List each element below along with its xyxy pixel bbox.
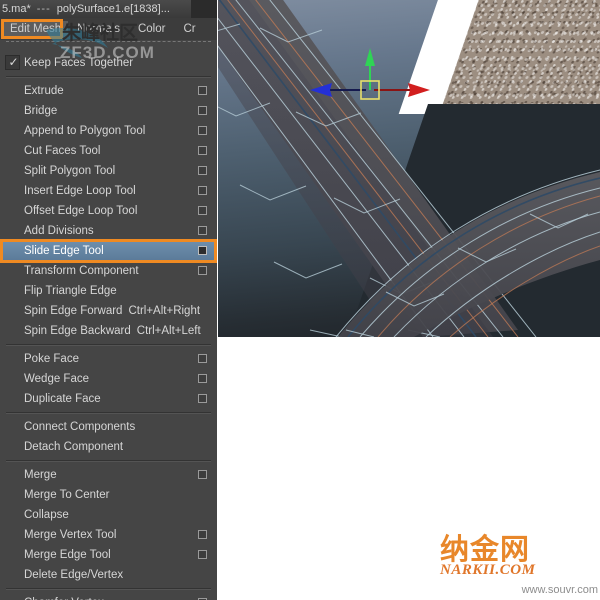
maya-menu-panel: 5.ma* --- polySurface1.e[1838]... Edit M… bbox=[0, 0, 217, 600]
menu-item-label: Bridge bbox=[24, 105, 58, 117]
menu-item-label: Merge Edge Tool bbox=[24, 549, 111, 561]
menu-item-option-box[interactable] bbox=[198, 246, 207, 255]
menu-item-option-box[interactable] bbox=[198, 374, 207, 383]
title-bar-end-cap bbox=[191, 0, 217, 18]
menu-separator bbox=[6, 460, 211, 462]
manip-axis-z-icon bbox=[310, 83, 366, 97]
menu-item-label: Merge Vertex Tool bbox=[24, 529, 117, 541]
menu-item-collapse[interactable]: Collapse bbox=[0, 505, 217, 525]
menu-item-label: Insert Edge Loop Tool bbox=[24, 185, 136, 197]
menu-item-append-to-polygon-tool[interactable]: Append to Polygon Tool bbox=[0, 121, 217, 141]
menu-item-label: Detach Component bbox=[24, 441, 124, 453]
menu-item-label: Merge bbox=[24, 469, 57, 481]
menu-item-label: Spin Edge Forward bbox=[24, 305, 123, 317]
menu-item-label: Wedge Face bbox=[24, 373, 89, 385]
logo-domain-text: NARKII.COM bbox=[440, 562, 536, 578]
menu-item-split-polygon-tool[interactable]: Split Polygon Tool bbox=[0, 161, 217, 181]
main-menu-bar[interactable]: Edit Mesh Normals Color Cr bbox=[0, 18, 217, 40]
menu-item-label: Spin Edge Backward bbox=[24, 325, 131, 337]
menu-item-spin-edge-forward[interactable]: Spin Edge Forward Ctrl+Alt+Right bbox=[0, 301, 217, 321]
menu-item-shortcut: Ctrl+Alt+Left bbox=[136, 325, 201, 337]
menu-item-flip-triangle-edge[interactable]: Flip Triangle Edge bbox=[0, 281, 217, 301]
menu-item-duplicate-face[interactable]: Duplicate Face bbox=[0, 389, 217, 409]
menu-item-option-box[interactable] bbox=[198, 550, 207, 559]
menu-item-keep-faces-together[interactable]: ✓ Keep Faces Together bbox=[0, 53, 217, 73]
menu-item-add-divisions[interactable]: Add Divisions bbox=[0, 221, 217, 241]
menu-item-spin-edge-backward[interactable]: Spin Edge Backward Ctrl+Alt+Left bbox=[0, 321, 217, 341]
menu-item-cut-faces-tool[interactable]: Cut Faces Tool bbox=[0, 141, 217, 161]
menu-item-option-box[interactable] bbox=[198, 166, 207, 175]
menu-item-label: Cut Faces Tool bbox=[24, 145, 101, 157]
edit-mesh-dropdown[interactable]: ✓ Keep Faces Together Extrude Bridge Appen… bbox=[0, 40, 217, 600]
menu-tearoff-handle[interactable] bbox=[6, 41, 211, 51]
menu-item-label: Merge To Center bbox=[24, 489, 110, 501]
menu-item-label: Poke Face bbox=[24, 353, 79, 365]
menu-item-chamfer-vertex[interactable]: Chamfer Vertex bbox=[0, 593, 217, 600]
title-object-name: polySurface1.e[1838]... bbox=[56, 3, 170, 15]
menu-item-insert-edge-loop-tool[interactable]: Insert Edge Loop Tool bbox=[0, 181, 217, 201]
menu-separator bbox=[6, 76, 211, 78]
menu-item-offset-edge-loop-tool[interactable]: Offset Edge Loop Tool bbox=[0, 201, 217, 221]
site-url-text: www.souvr.com bbox=[521, 584, 598, 596]
window-title-bar: 5.ma* --- polySurface1.e[1838]... bbox=[0, 0, 217, 18]
menu-item-label: Append to Polygon Tool bbox=[24, 125, 146, 137]
maya-3d-viewport[interactable] bbox=[218, 0, 600, 337]
menu-item-label: Extrude bbox=[24, 85, 64, 97]
menu-item-label: Duplicate Face bbox=[24, 393, 101, 405]
menu-separator bbox=[6, 344, 211, 346]
menu-item-label: Connect Components bbox=[24, 421, 136, 433]
menu-item-option-box[interactable] bbox=[198, 126, 207, 135]
menu-item-merge-vertex-tool[interactable]: Merge Vertex Tool bbox=[0, 525, 217, 545]
menu-item-extrude[interactable]: Extrude bbox=[0, 81, 217, 101]
menu-item-option-box[interactable] bbox=[198, 530, 207, 539]
menu-item-option-box[interactable] bbox=[198, 470, 207, 479]
menu-item-option-box[interactable] bbox=[198, 86, 207, 95]
menu-item-transform-component[interactable]: Transform Component bbox=[0, 261, 217, 281]
menubar-item-normals[interactable]: Normals bbox=[68, 18, 129, 40]
menu-item-merge[interactable]: Merge bbox=[0, 465, 217, 485]
menu-item-label: Delete Edge/Vertex bbox=[24, 569, 124, 581]
menu-item-merge-edge-tool[interactable]: Merge Edge Tool bbox=[0, 545, 217, 565]
menu-separator bbox=[6, 412, 211, 414]
manip-axis-y-icon bbox=[365, 48, 375, 90]
menu-item-label: Add Divisions bbox=[24, 225, 94, 237]
menu-item-option-box[interactable] bbox=[198, 394, 207, 403]
menu-item-option-box[interactable] bbox=[198, 206, 207, 215]
logo-chinese-text: 纳金网 bbox=[440, 532, 531, 566]
narkii-logo-watermark: 纳金网 NARKII.COM www.souvr.com bbox=[440, 534, 600, 596]
menu-separator bbox=[6, 588, 211, 590]
menu-item-option-box[interactable] bbox=[198, 226, 207, 235]
menu-item-option-box[interactable] bbox=[198, 266, 207, 275]
move-manipulator[interactable] bbox=[302, 38, 492, 108]
menu-item-label: Offset Edge Loop Tool bbox=[24, 205, 138, 217]
check-icon: ✓ bbox=[8, 55, 19, 69]
menu-item-label: Flip Triangle Edge bbox=[24, 285, 117, 297]
menu-item-shortcut: Ctrl+Alt+Right bbox=[128, 305, 201, 317]
menu-item-wedge-face[interactable]: Wedge Face bbox=[0, 369, 217, 389]
menu-item-list: Extrude Bridge Append to Polygon Tool Cut F… bbox=[0, 81, 217, 600]
menu-item-poke-face[interactable]: Poke Face bbox=[0, 349, 217, 369]
menu-item-merge-to-center[interactable]: Merge To Center bbox=[0, 485, 217, 505]
menu-item-slide-edge-tool[interactable]: Slide Edge Tool bbox=[0, 241, 217, 261]
menu-item-label: Collapse bbox=[24, 509, 69, 521]
menubar-item-create[interactable]: Cr bbox=[174, 18, 204, 40]
menubar-item-edit-mesh[interactable]: Edit Mesh bbox=[3, 20, 69, 38]
manip-axis-x-icon bbox=[374, 83, 430, 97]
menu-item-option-box[interactable] bbox=[198, 146, 207, 155]
menu-item-detach-component[interactable]: Detach Component bbox=[0, 437, 217, 457]
title-separator: --- bbox=[36, 3, 51, 15]
menu-item-label: Transform Component bbox=[24, 265, 139, 277]
menu-item-option-box[interactable] bbox=[198, 106, 207, 115]
menu-item-label: Slide Edge Tool bbox=[24, 245, 104, 257]
menubar-item-color[interactable]: Color bbox=[129, 18, 174, 40]
menu-item-option-box[interactable] bbox=[198, 354, 207, 363]
title-file-name: 5.ma* bbox=[2, 3, 31, 15]
menu-item-label: Split Polygon Tool bbox=[24, 165, 116, 177]
menu-item-option-box[interactable] bbox=[198, 186, 207, 195]
menu-item-connect-components[interactable]: Connect Components bbox=[0, 417, 217, 437]
menu-item-bridge[interactable]: Bridge bbox=[0, 101, 217, 121]
menu-item-delete-edge-vertex[interactable]: Delete Edge/Vertex bbox=[0, 565, 217, 585]
